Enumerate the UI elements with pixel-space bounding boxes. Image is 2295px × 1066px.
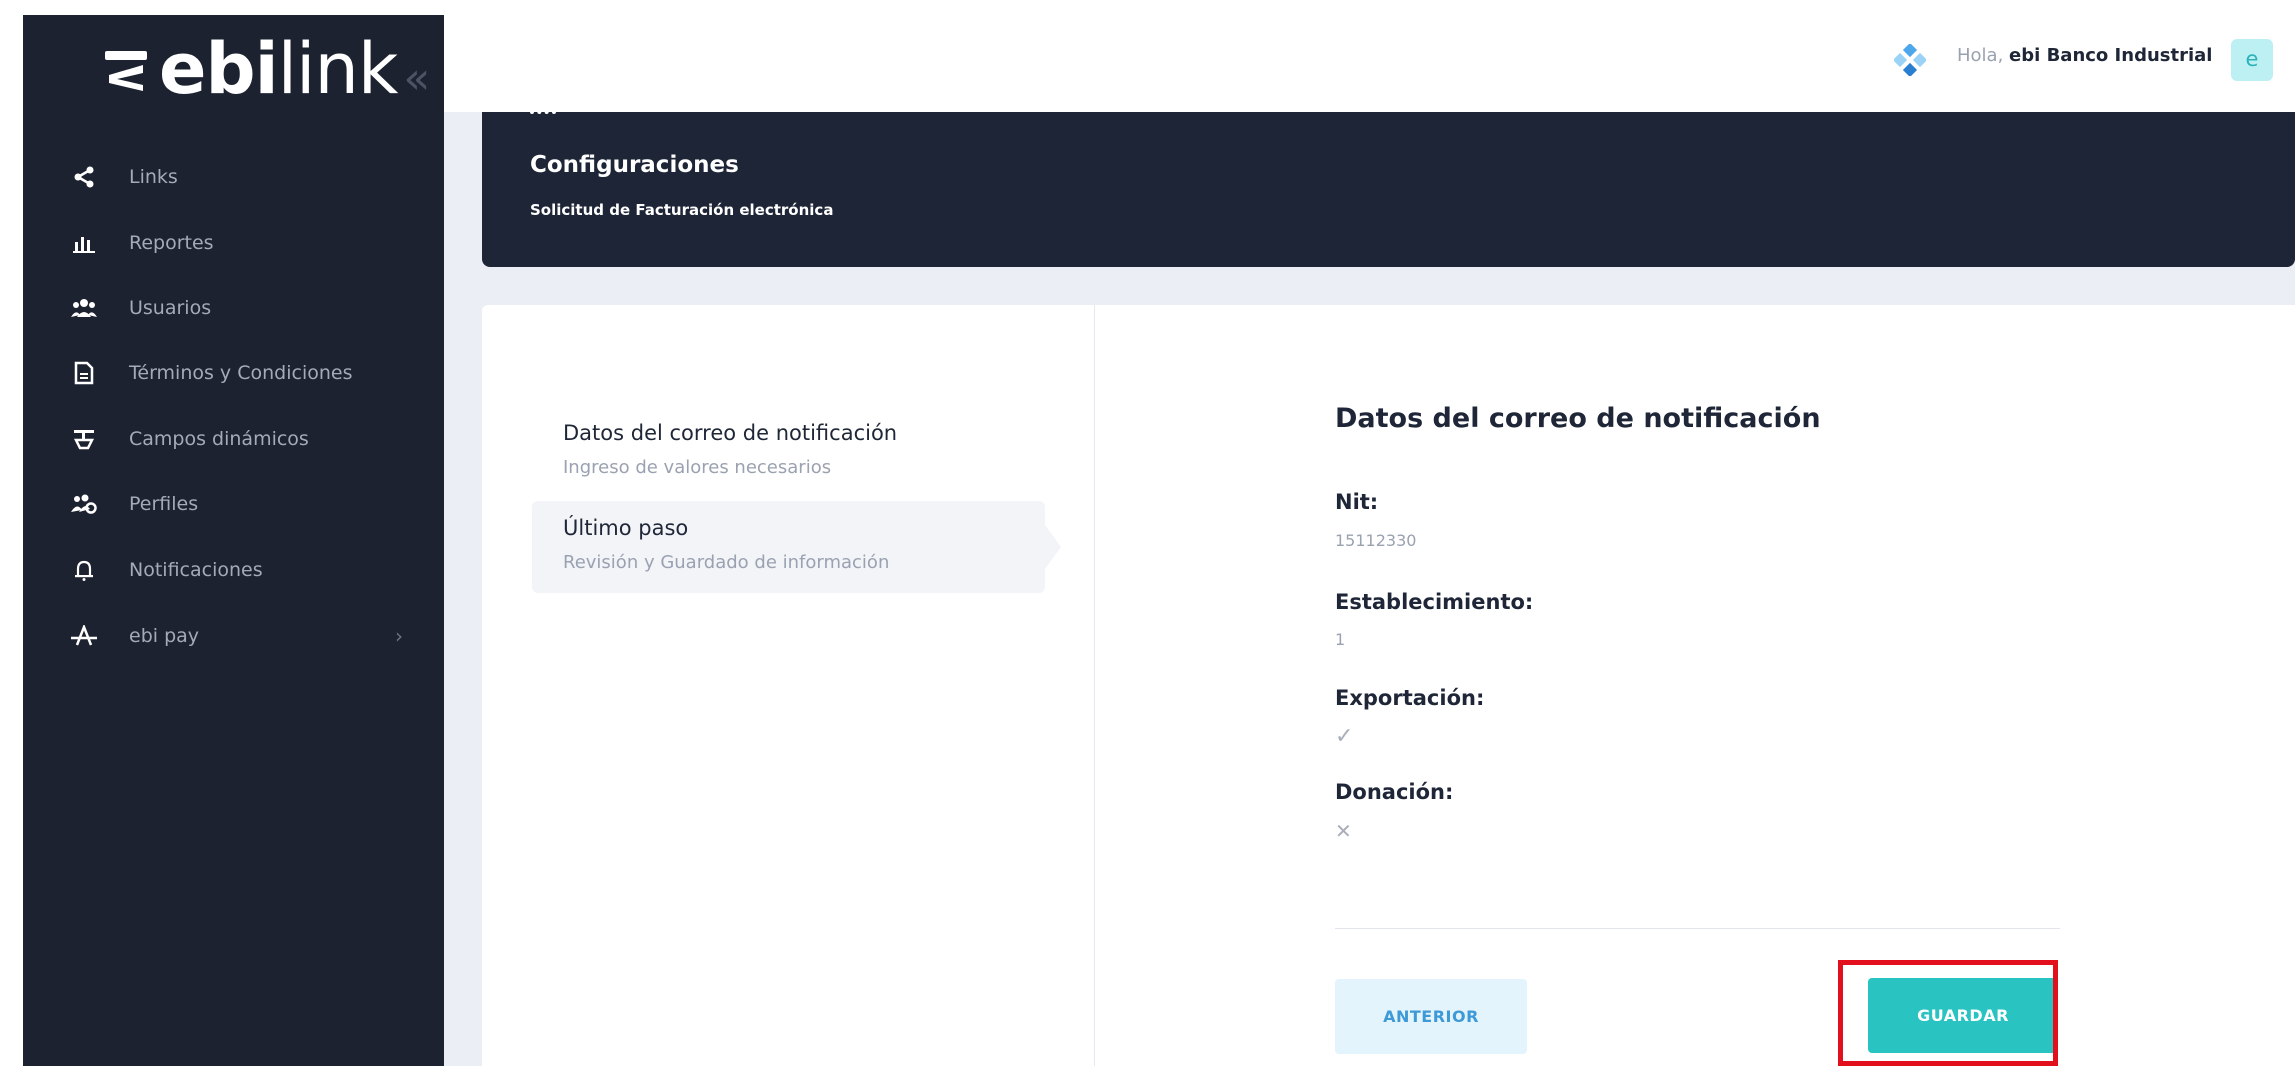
- avatar[interactable]: e: [2231, 39, 2273, 81]
- sidebar-item-terminos[interactable]: Términos y Condiciones: [23, 351, 444, 395]
- previous-button[interactable]: ANTERIOR: [1335, 979, 1527, 1054]
- exportacion-label: Exportación:: [1335, 686, 1485, 710]
- horizontal-divider: [1335, 928, 2060, 929]
- page-subtitle: Solicitud de Facturación electrónica: [530, 201, 834, 219]
- sidebar-item-label: Perfiles: [129, 493, 199, 515]
- page-header-banner: Configuraciones Solicitud de Facturación…: [482, 112, 2295, 267]
- donacion-label: Donación:: [1335, 780, 1454, 804]
- step-subtitle: Revisión y Guardado de información: [563, 552, 890, 573]
- establecimiento-value: 1: [1335, 630, 1346, 649]
- user-greeting: Hola, ebi Banco Industrial: [1957, 45, 2212, 66]
- sidebar-item-links[interactable]: Links: [23, 155, 444, 199]
- sidebar-item-label: Reportes: [129, 232, 214, 254]
- ebi-pay-icon: [71, 623, 97, 649]
- sidebar-item-label: Notificaciones: [129, 559, 263, 581]
- sidebar-item-campos-dinamicos[interactable]: Campos dinámicos: [23, 417, 444, 461]
- step-subtitle: Ingreso de valores necesarios: [563, 457, 832, 478]
- banner-partial-mark: [530, 112, 556, 118]
- establecimiento-label: Establecimiento:: [1335, 590, 1534, 614]
- share-icon: [71, 164, 97, 190]
- profiles-icon: [71, 491, 97, 517]
- chevron-right-icon: ›: [395, 624, 403, 648]
- sidebar-item-label: ebi pay: [129, 625, 200, 647]
- logo-text-bold: ebi: [159, 28, 279, 110]
- document-icon: [71, 360, 97, 386]
- sidebar-item-label: Campos dinámicos: [129, 428, 309, 450]
- sidebar-item-notificaciones[interactable]: Notificaciones: [23, 548, 444, 592]
- bar-chart-icon: [71, 230, 97, 256]
- logo-text-light: link: [277, 28, 399, 110]
- sidebar-item-label: Links: [129, 166, 178, 188]
- sidebar-item-reportes[interactable]: Reportes: [23, 221, 444, 265]
- sidebar-item-label: Usuarios: [129, 297, 212, 319]
- top-bar: Hola, ebi Banco Industrial e: [444, 0, 2295, 112]
- check-icon: ✓: [1335, 724, 1354, 749]
- ebilink-logo[interactable]: ebi link «: [103, 28, 430, 110]
- sidebar-item-perfiles[interactable]: Perfiles: [23, 482, 444, 526]
- wizard-card: Datos del correo de notificación Ingreso…: [482, 305, 2295, 1066]
- step-title: Datos del correo de notificación: [563, 421, 898, 445]
- x-icon: ✕: [1335, 819, 1352, 843]
- user-name: ebi Banco Industrial: [2009, 45, 2213, 66]
- sidebar: ebi link « Links Reportes Usuarios Térmi…: [23, 15, 444, 1066]
- page-title: Configuraciones: [530, 152, 739, 178]
- bell-icon: [71, 557, 97, 583]
- fields-icon: [71, 426, 97, 452]
- vertical-divider: [1094, 305, 1095, 1066]
- wizard-step-1[interactable]: Datos del correo de notificación Ingreso…: [563, 421, 897, 478]
- nit-value: 15112330: [1335, 531, 1417, 550]
- sidebar-item-ebi-pay[interactable]: ebi pay ›: [23, 614, 444, 658]
- collapse-sidebar-icon[interactable]: «: [403, 39, 430, 119]
- diamond-logo-icon: [1892, 42, 1928, 80]
- users-icon: [71, 295, 97, 321]
- sidebar-item-label: Términos y Condiciones: [129, 362, 353, 384]
- greeting-text: Hola,: [1957, 45, 2004, 66]
- nit-label: Nit:: [1335, 490, 1379, 514]
- wizard-step-2[interactable]: Último paso Revisión y Guardado de infor…: [563, 516, 889, 573]
- sidebar-item-usuarios[interactable]: Usuarios: [23, 286, 444, 330]
- logo-mark-icon: [105, 51, 147, 91]
- panel-title: Datos del correo de notificación: [1335, 403, 1821, 434]
- step-title: Último paso: [563, 516, 689, 540]
- save-button[interactable]: GUARDAR: [1868, 978, 2058, 1053]
